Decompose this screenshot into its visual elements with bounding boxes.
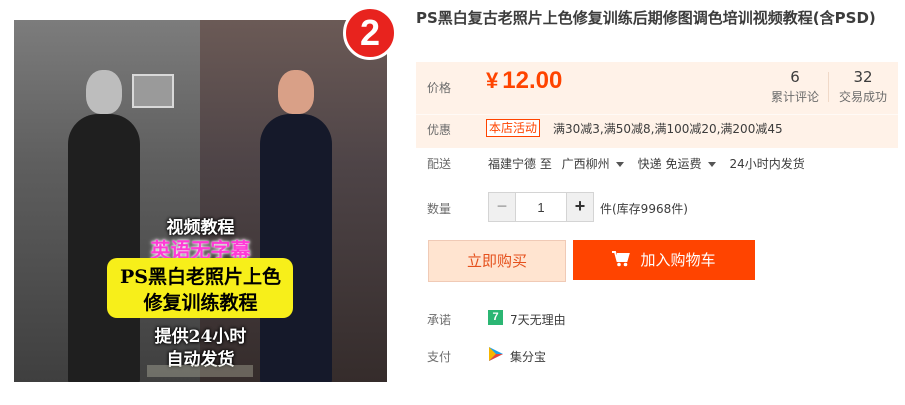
ship-method-select[interactable]: 快递 免运费 bbox=[638, 155, 730, 172]
promo-tag[interactable]: 本店活动 bbox=[486, 119, 541, 137]
currency-symbol: ¥ bbox=[486, 68, 499, 93]
shipping-label: 配送 bbox=[427, 157, 452, 171]
buy-now-button[interactable]: 立即购买 bbox=[428, 240, 566, 282]
add-to-cart-label: 加入购物车 bbox=[640, 251, 716, 269]
promo-text: 满30减3,满50减8,满100减20,满200减45 bbox=[553, 122, 783, 136]
decrement-button[interactable]: − bbox=[489, 193, 516, 221]
seven-day-return-icon: 7 bbox=[488, 310, 503, 325]
sold-count: 32 bbox=[853, 68, 873, 86]
ship-method: 快递 免运费 bbox=[637, 157, 702, 171]
sold-stat[interactable]: 32 交易成功 bbox=[832, 68, 894, 105]
ship-from: 福建宁德 至 bbox=[488, 157, 552, 171]
product-title: PS黑白复古老照片上色修复训练后期修图调色培训视频教程(含PSD) bbox=[416, 9, 876, 27]
jifenbao-icon bbox=[489, 347, 503, 361]
reviews-count: 6 bbox=[790, 68, 800, 86]
divider bbox=[416, 114, 898, 115]
promo-label: 优惠 bbox=[427, 123, 452, 137]
cart-icon bbox=[612, 251, 631, 267]
sold-label: 交易成功 bbox=[838, 90, 887, 104]
price-value: ¥12.00 bbox=[486, 67, 562, 95]
ship-destination-select[interactable]: 广西柳州 bbox=[562, 155, 638, 172]
price-amount: 12.00 bbox=[502, 67, 563, 94]
stat-divider bbox=[828, 72, 829, 102]
image-text-ps-coloring: PS黑白老照片上色 bbox=[119, 266, 281, 288]
price-panel: 价格 ¥12.00 6 累计评论 32 交易成功 优惠 本店活动 满30减3,满… bbox=[416, 62, 898, 148]
quantity-stepper: − + bbox=[488, 192, 594, 222]
quantity-label: 数量 bbox=[427, 202, 452, 216]
ship-to: 广西柳州 bbox=[561, 157, 610, 171]
ship-dispatch: 24小时内发货 bbox=[729, 157, 805, 171]
promise-label: 承诺 bbox=[427, 313, 452, 327]
promise-text[interactable]: 7天无理由 bbox=[510, 311, 566, 328]
rank-badge: 2 bbox=[343, 6, 397, 60]
payment-text[interactable]: 集分宝 bbox=[510, 348, 546, 365]
chevron-down-icon bbox=[615, 161, 624, 167]
product-image[interactable]: 视频教程 英语无字幕 PS黑白老照片上色 修复训练教程 提供24小时 自动发货 bbox=[14, 20, 387, 382]
stock-text: 件(库存9968件) bbox=[600, 202, 688, 216]
chevron-down-icon bbox=[707, 161, 716, 167]
reviews-stat[interactable]: 6 累计评论 bbox=[764, 68, 826, 105]
reviews-label: 累计评论 bbox=[770, 90, 819, 104]
quantity-input[interactable] bbox=[516, 193, 566, 221]
shipping-row: 福建宁德 至 广西柳州 快递 免运费 24小时内发货 bbox=[488, 155, 805, 172]
price-label: 价格 bbox=[427, 81, 452, 95]
image-text-restore-course: 修复训练教程 bbox=[143, 292, 258, 314]
payment-label: 支付 bbox=[427, 350, 452, 364]
blurred-watermark bbox=[147, 365, 253, 377]
image-text-24h: 提供24小时 bbox=[154, 327, 247, 347]
increment-button[interactable]: + bbox=[566, 193, 593, 221]
add-to-cart-button[interactable]: 加入购物车 bbox=[573, 240, 755, 280]
